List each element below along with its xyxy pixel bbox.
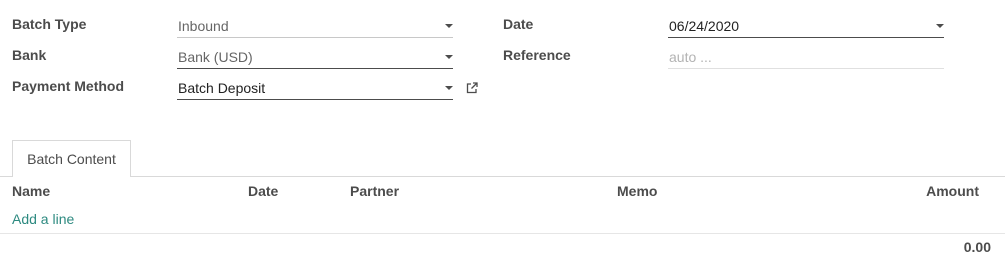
tab-divider <box>0 176 1005 177</box>
payment-method-select[interactable]: Batch Deposit <box>177 78 453 100</box>
payment-method-label: Payment Method <box>12 78 125 94</box>
amount-total: 0.00 <box>963 239 991 255</box>
batch-type-select[interactable]: Inbound <box>177 16 453 38</box>
batch-type-label: Batch Type <box>12 16 87 32</box>
chevron-down-icon <box>445 86 453 90</box>
chevron-down-icon <box>445 55 453 59</box>
payment-method-value: Batch Deposit <box>178 80 266 96</box>
external-link-icon[interactable] <box>465 81 479 95</box>
chevron-down-icon <box>445 24 453 28</box>
chevron-down-icon <box>936 24 944 28</box>
tab-batch-content[interactable]: Batch Content <box>12 140 131 177</box>
bank-value: Bank (USD) <box>178 49 253 65</box>
bank-select[interactable]: Bank (USD) <box>177 47 453 69</box>
column-header-date[interactable]: Date <box>248 183 278 199</box>
column-header-name[interactable]: Name <box>12 183 50 199</box>
column-header-amount[interactable]: Amount <box>926 183 979 199</box>
column-header-partner[interactable]: Partner <box>350 183 399 199</box>
date-field[interactable]: 06/24/2020 <box>668 16 944 38</box>
column-header-memo[interactable]: Memo <box>617 183 657 199</box>
date-label: Date <box>503 16 534 32</box>
date-value: 06/24/2020 <box>669 18 740 34</box>
add-line-link[interactable]: Add a line <box>12 211 74 227</box>
add-line-row <box>0 207 1005 234</box>
reference-label: Reference <box>503 47 571 63</box>
batch-type-value: Inbound <box>178 18 229 34</box>
bank-label: Bank <box>12 47 47 63</box>
reference-placeholder: auto ... <box>669 49 712 65</box>
reference-input[interactable]: auto ... <box>668 47 944 69</box>
